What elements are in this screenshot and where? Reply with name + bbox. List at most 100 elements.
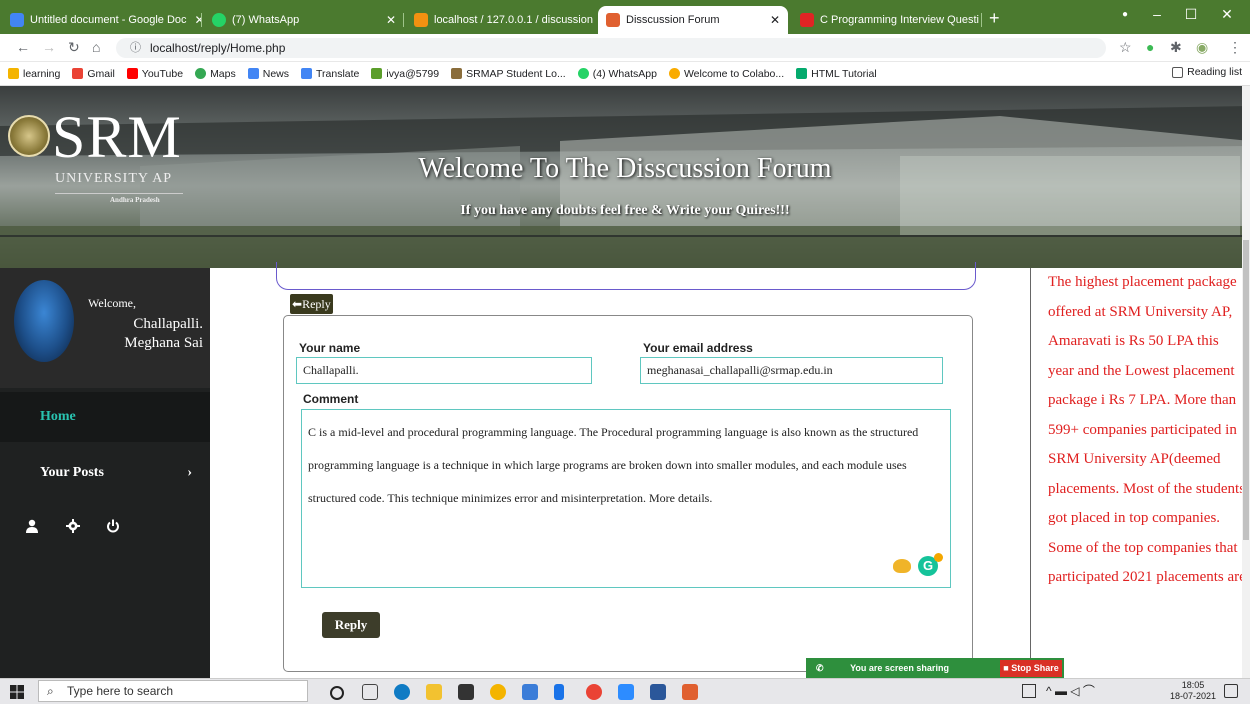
bookmark-translate[interactable]: Translate (301, 68, 359, 80)
bookmark-ivya[interactable]: ivya@5799 (371, 68, 439, 80)
site-info-icon[interactable]: ⓘ (130, 38, 141, 58)
stop-share-button[interactable]: ■ Stop Share (1000, 660, 1062, 677)
cloud-app-icon[interactable] (522, 684, 538, 700)
scrollbar-thumb[interactable] (1243, 240, 1249, 540)
tab-phpmyadmin[interactable]: localhost / 127.0.0.1 / discussion ✕ (406, 6, 596, 34)
tab-discussion-forum[interactable]: Disscussion Forum ✕ (598, 6, 788, 34)
close-icon[interactable]: ✕ (378, 13, 396, 27)
tab-title: C Programming Interview Questi (820, 14, 979, 26)
word-icon[interactable] (650, 684, 666, 700)
close-icon[interactable]: ✕ (187, 13, 202, 27)
srm-seal-logo (8, 115, 50, 157)
home-icon[interactable]: ⌂ (92, 39, 100, 55)
file-explorer-icon[interactable] (426, 684, 442, 700)
extensions-puzzle-icon[interactable]: ✱ (1170, 39, 1182, 56)
tab-title: Untitled document - Google Doc (30, 14, 187, 26)
search-icon: ⌕ (47, 684, 54, 698)
maximize-icon[interactable]: ☐ (1176, 6, 1206, 23)
taskbar-search-input[interactable]: ⌕ Type here to search (38, 680, 308, 702)
back-reply-button[interactable]: ⬅Reply (290, 294, 333, 314)
bookmark-colab[interactable]: Welcome to Colabo... (668, 68, 784, 80)
tab-c-programming[interactable]: C Programming Interview Questi ✕ (792, 6, 982, 34)
bookmark-label: ivya@5799 (386, 67, 440, 80)
gear-icon[interactable] (66, 519, 80, 533)
clock[interactable]: 18:05 18-07-2021 (1170, 680, 1216, 702)
cortana-icon[interactable] (330, 686, 344, 700)
profile-dot-icon[interactable]: ● (1110, 9, 1140, 20)
xampp-icon[interactable] (682, 684, 698, 700)
screen-share-message: You are screen sharing (850, 663, 949, 673)
whatsapp-icon (577, 68, 589, 79)
bookmark-youtube[interactable]: YouTube (126, 68, 183, 80)
user-icon[interactable] (25, 519, 39, 533)
back-reply-label: Reply (302, 297, 331, 311)
stop-square-icon: ■ (1003, 663, 1009, 673)
chrome-icon[interactable] (490, 684, 506, 700)
close-window-icon[interactable]: ✕ (1212, 6, 1242, 23)
bookmark-maps[interactable]: Maps (195, 68, 236, 80)
name-field[interactable]: Challapalli. (296, 357, 592, 384)
forward-arrow-icon[interactable]: → (42, 39, 56, 55)
comment-textarea[interactable]: C is a mid-level and procedural programm… (301, 409, 951, 588)
email-label: Your email address (643, 341, 753, 355)
chrome-profile-icon[interactable] (586, 684, 602, 700)
edge-icon[interactable] (394, 684, 410, 700)
reload-icon[interactable]: ↻ (68, 39, 80, 56)
store-icon[interactable] (458, 684, 474, 700)
bookmark-learning[interactable]: learning (8, 68, 60, 80)
close-icon[interactable]: ✕ (593, 13, 596, 27)
power-icon[interactable] (106, 519, 120, 533)
welcome-label: Welcome, (88, 296, 137, 310)
windows-start-icon[interactable] (10, 685, 24, 699)
tab-whatsapp[interactable]: (7) WhatsApp ✕ (204, 6, 404, 34)
clock-time: 18:05 (1181, 680, 1205, 690)
stop-share-label: Stop Share (1011, 663, 1059, 673)
grammarly-extension-icon[interactable]: ● (1146, 39, 1154, 55)
bookmark-app-icon[interactable] (554, 684, 564, 700)
address-bar[interactable]: ⓘ localhost/reply/Home.php (116, 38, 1106, 58)
url-text: localhost/reply/Home.php (150, 41, 286, 55)
notification-badge (934, 553, 943, 562)
tab-title: localhost / 127.0.0.1 / discussion (434, 14, 593, 26)
bookmark-news[interactable]: News (247, 68, 289, 80)
sidebar-item-home[interactable]: Home (0, 392, 210, 442)
task-view-icon[interactable] (362, 684, 378, 700)
tab-google-doc[interactable]: Untitled document - Google Doc ✕ (2, 6, 202, 34)
browser-tab-strip: Untitled document - Google Doc ✕ (7) Wha… (0, 0, 1250, 34)
sidebar-item-your-posts[interactable]: Your Posts › (0, 448, 210, 498)
page-title: Welcome To The Disscussion Forum (418, 153, 832, 184)
browser-toolbar: ← → ↻ ⌂ ⓘ localhost/reply/Home.php ☆ ● ✱… (0, 34, 1250, 62)
zoom-icon[interactable] (618, 684, 634, 700)
gmail-icon (72, 68, 84, 79)
keyboard-tray-icon[interactable] (1022, 684, 1036, 698)
reply-submit-button[interactable]: Reply (322, 612, 380, 638)
close-icon[interactable]: ✕ (762, 13, 780, 27)
minimize-icon[interactable]: – (1142, 6, 1172, 22)
comment-label: Comment (303, 392, 359, 406)
bookmark-label: Maps (210, 67, 236, 80)
bookmark-srmap[interactable]: SRMAP Student Lo... (451, 68, 566, 80)
bookmark-label: Gmail (87, 67, 115, 80)
placement-info-text: The highest placement package offered at… (1048, 274, 1246, 585)
whatsapp-icon (212, 13, 226, 27)
emoji-heart-hands-icon[interactable] (893, 559, 911, 573)
new-tab-plus-icon[interactable]: + (989, 8, 1000, 29)
maps-icon (195, 68, 207, 79)
bookmark-star-icon[interactable]: ☆ (1119, 39, 1132, 56)
tab-title: (7) WhatsApp (232, 14, 300, 26)
profile-avatar-icon[interactable]: ◉ (1196, 39, 1208, 56)
folder-icon (8, 68, 19, 79)
bookmark-gmail[interactable]: Gmail (72, 67, 115, 80)
notification-center-icon[interactable] (1224, 684, 1238, 698)
reading-list-button[interactable]: Reading list (1172, 66, 1242, 78)
menu-kebab-icon[interactable]: ⋮ (1228, 39, 1242, 56)
name-label: Your name (299, 341, 361, 355)
email-field[interactable]: meghanasai_challapalli@srmap.edu.in (640, 357, 943, 384)
previous-post-card (276, 262, 976, 290)
tab-title: Disscussion Forum (626, 14, 720, 26)
bookmark-whatsapp[interactable]: (4) WhatsApp (577, 68, 657, 80)
tray-system-icons[interactable]: ^ ▬ ◁ ⌒ (1046, 682, 1095, 699)
clock-date: 18-07-2021 (1170, 691, 1217, 701)
bookmark-html-tutorial[interactable]: HTML Tutorial (796, 68, 877, 80)
back-arrow-icon[interactable]: ← (16, 39, 30, 55)
